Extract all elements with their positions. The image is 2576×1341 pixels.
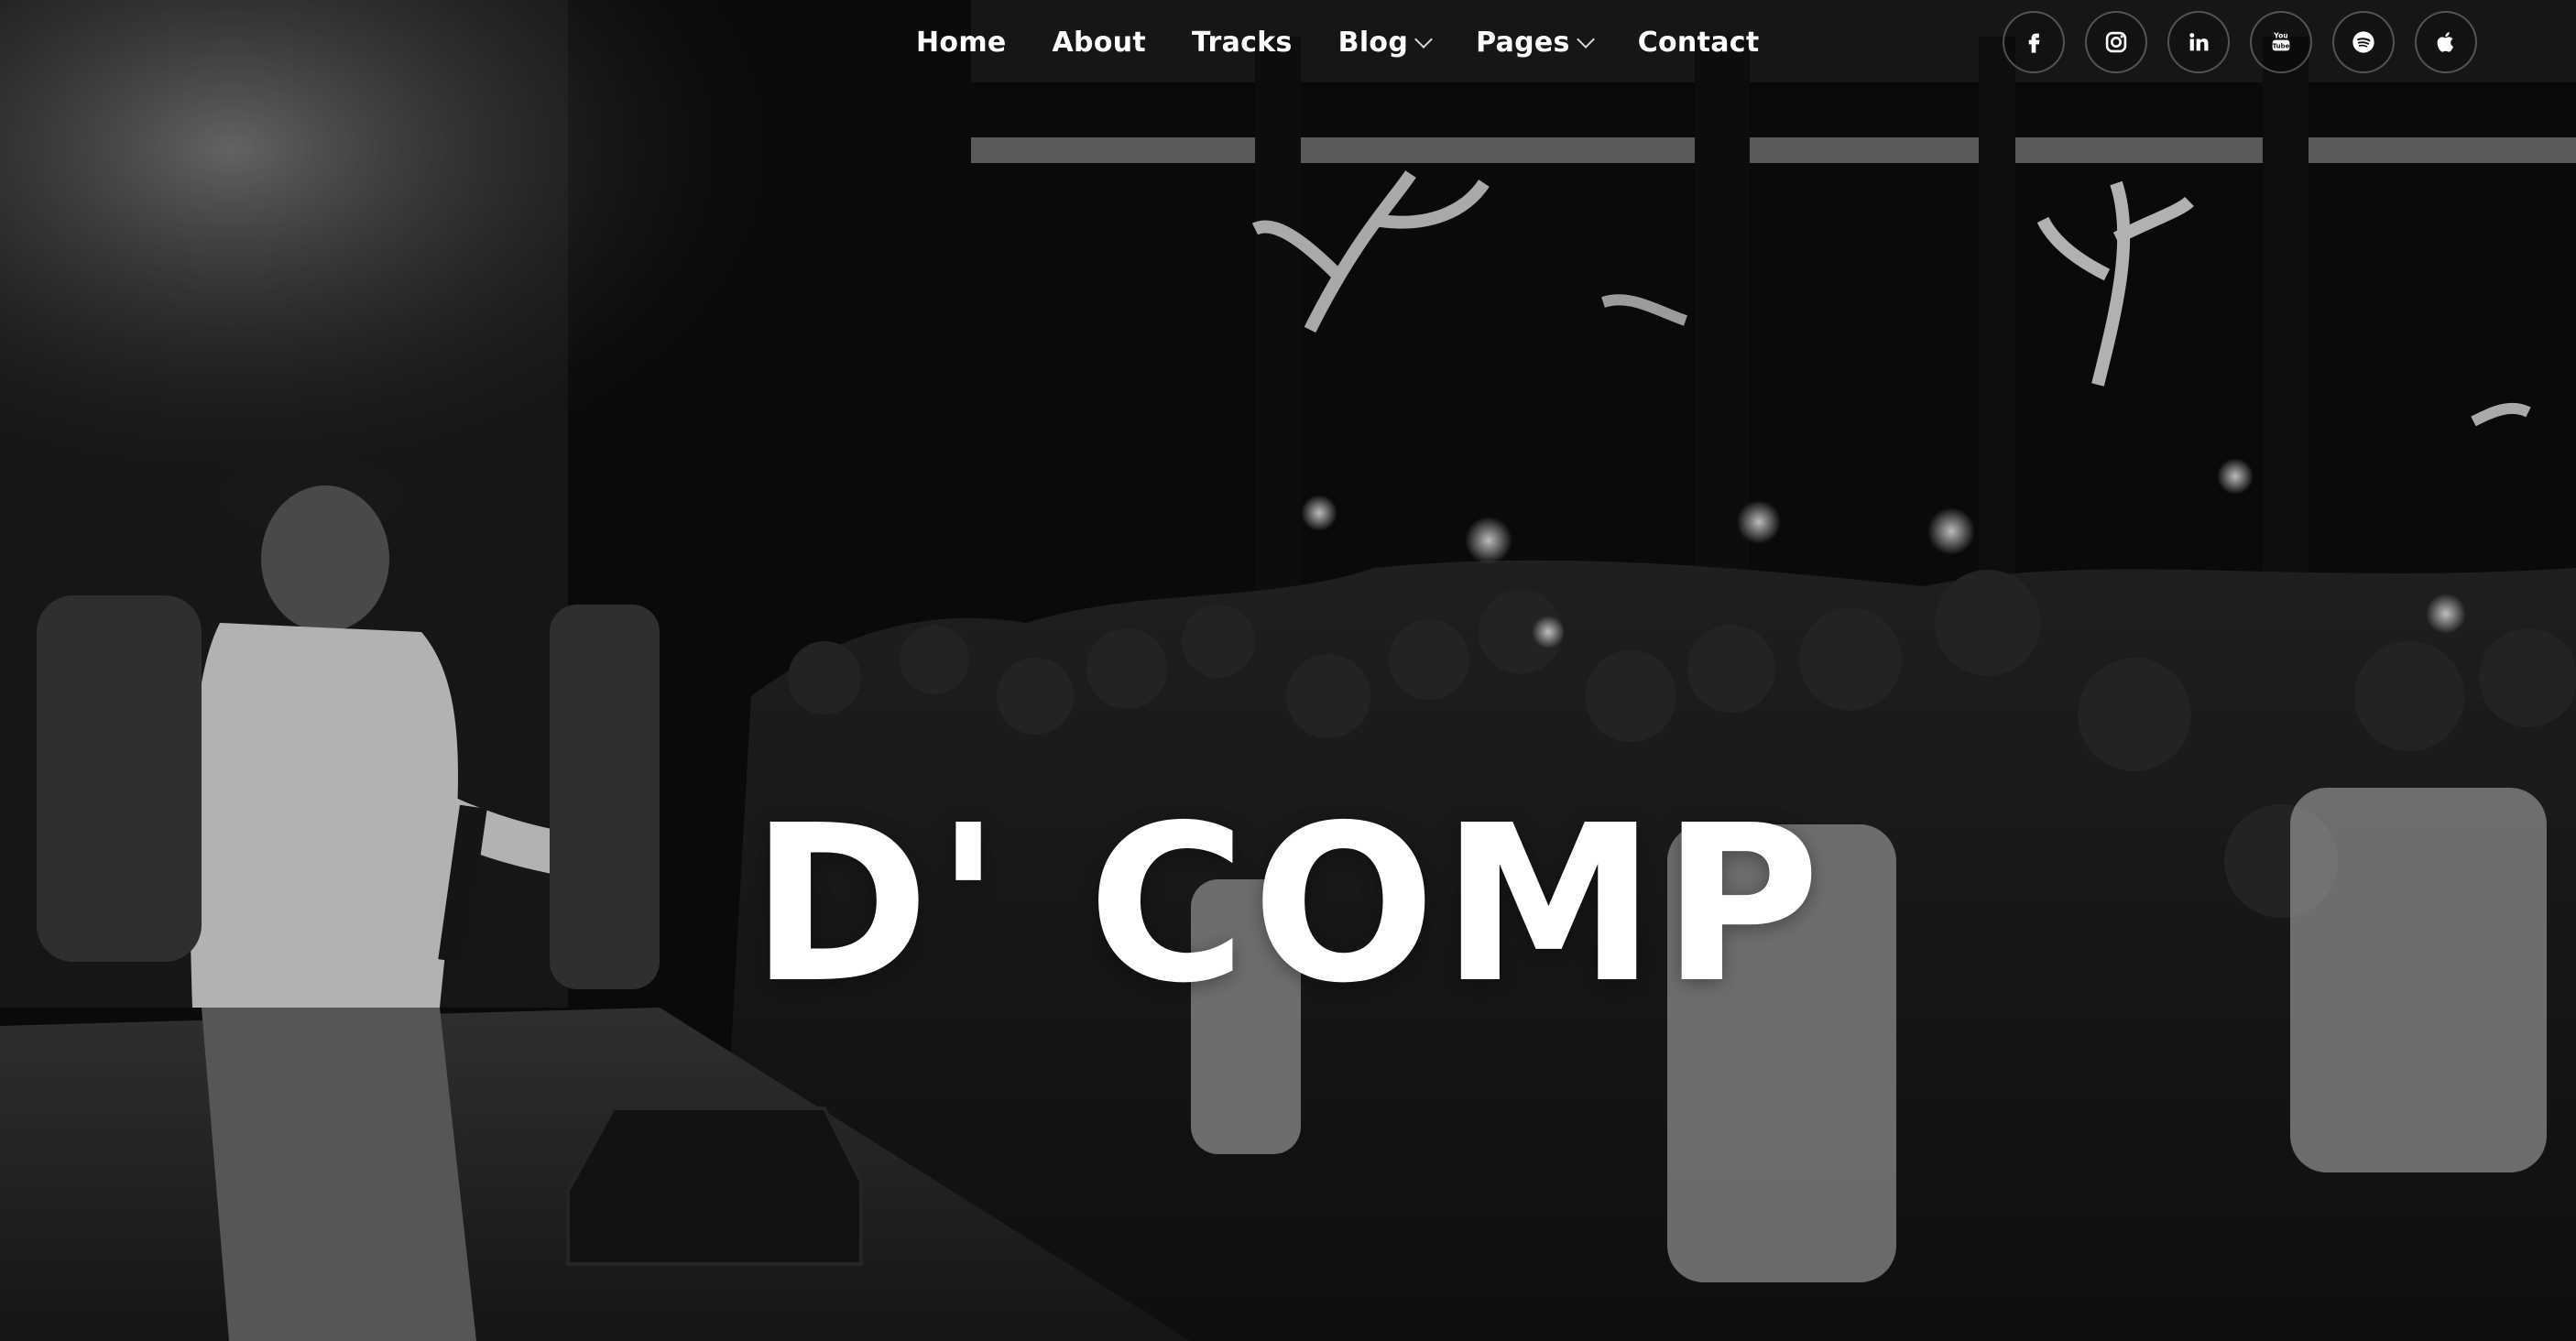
hero-title: D' COMP: [750, 779, 1826, 1031]
nav-item-label: Blog: [1337, 26, 1409, 59]
chevron-down-icon: [1414, 30, 1433, 49]
spotify-icon: [2352, 31, 2374, 53]
nav-item-tracks[interactable]: Tracks: [1192, 27, 1293, 59]
instagram-icon: [2105, 31, 2127, 53]
nav-item-label: Tracks: [1192, 26, 1293, 59]
nav-item-contact[interactable]: Contact: [1638, 27, 1760, 59]
main-navigation: Home About Tracks Blog Pages Contact: [916, 16, 1806, 68]
linkedin-link[interactable]: [2167, 11, 2230, 73]
hero-section: Home About Tracks Blog Pages Contact You…: [0, 0, 2576, 1341]
nav-item-label: Pages: [1476, 26, 1570, 59]
apple-link[interactable]: [2415, 11, 2477, 73]
nav-item-home[interactable]: Home: [916, 27, 1007, 59]
svg-text:You: You: [2273, 31, 2287, 39]
nav-item-label: Home: [916, 26, 1007, 59]
svg-text:Tube: Tube: [2273, 43, 2290, 50]
linkedin-icon: [2189, 33, 2209, 51]
nav-item-pages[interactable]: Pages: [1476, 26, 1595, 59]
apple-icon: [2437, 32, 2454, 52]
nav-item-label: Contact: [1637, 26, 1760, 59]
instagram-link[interactable]: [2085, 11, 2147, 73]
facebook-icon: [2028, 33, 2040, 53]
nav-item-label: About: [1052, 26, 1147, 59]
facebook-link[interactable]: [2003, 11, 2065, 73]
chevron-down-icon: [1576, 30, 1595, 49]
hero-background-image: [0, 0, 2576, 1341]
youtube-icon: You Tube: [2273, 31, 2290, 51]
social-links: You Tube: [2003, 11, 2477, 73]
youtube-link[interactable]: You Tube: [2250, 11, 2312, 73]
spotify-link[interactable]: [2332, 11, 2395, 73]
nav-item-about[interactable]: About: [1053, 27, 1147, 59]
nav-item-blog[interactable]: Blog: [1337, 26, 1433, 59]
